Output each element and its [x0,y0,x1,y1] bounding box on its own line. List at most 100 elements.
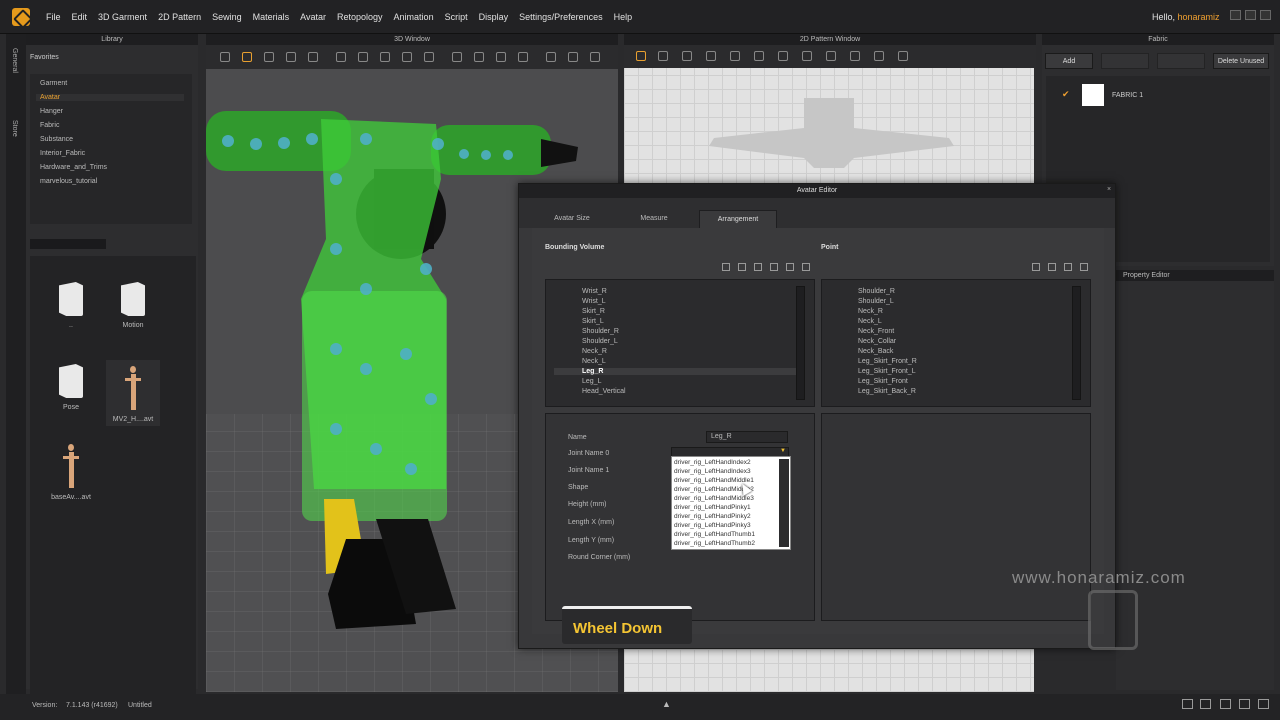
library-item-selected[interactable]: MV2_H....avt [106,360,160,426]
list-item[interactable]: Neck_L [582,358,606,365]
tool-icon[interactable] [874,51,884,61]
select-tool-icon[interactable] [220,52,230,62]
list-item[interactable]: Leg_Skirt_Front_R [858,358,917,365]
close-icon[interactable]: × [1107,186,1111,193]
tool-icon[interactable] [682,51,692,61]
layout-icon[interactable] [1258,699,1269,709]
list-item[interactable]: Neck_Back [858,348,893,355]
favorite-item[interactable]: Hanger [40,108,63,115]
list-item[interactable]: Head_Vertical [582,388,626,395]
tool-icon[interactable] [754,51,764,61]
favorite-item[interactable]: Interior_Fabric [40,150,85,157]
menu-2d-pattern[interactable]: 2D Pattern [158,12,201,22]
list-item[interactable]: Shoulder_R [858,288,895,295]
library-item[interactable]: .. [44,282,98,329]
layout-icon[interactable] [1220,699,1231,709]
menu-file[interactable]: File [46,12,61,22]
close-button[interactable] [1260,10,1271,20]
tool-icon[interactable] [496,52,506,62]
tab-arrangement[interactable]: Arrangement [699,210,777,228]
layout-icon[interactable] [1200,699,1211,709]
tab-measure[interactable]: Measure [619,210,689,228]
favorite-item[interactable]: marvelous_tutorial [40,178,97,185]
dropdown-option[interactable]: driver_rig_LeftHandPinky3 [674,522,751,529]
save-icon[interactable] [1080,263,1088,271]
dropdown-option[interactable]: driver_rig_LeftHandThumb2 [674,540,755,547]
tab-avatar-size[interactable]: Avatar Size [539,210,605,228]
list-item[interactable]: Neck_R [582,348,607,355]
copy-icon[interactable] [738,263,746,271]
list-item[interactable]: Wrist_R [582,288,607,295]
list-item[interactable]: Skirt_L [582,318,604,325]
dropdown-option[interactable]: driver_rig_LeftHandThumb1 [674,531,755,538]
favorite-item[interactable]: Hardware_and_Trims [40,164,107,171]
tool-icon[interactable] [518,52,528,62]
list-item[interactable]: Leg_L [582,378,601,385]
menu-animation[interactable]: Animation [394,12,434,22]
tool-icon[interactable] [380,52,390,62]
menu-help[interactable]: Help [614,12,633,22]
tool-icon[interactable] [474,52,484,62]
mirror-icon[interactable] [754,263,762,271]
list-item[interactable]: Neck_Collar [858,338,896,345]
tool-icon[interactable] [546,52,556,62]
menu-sewing[interactable]: Sewing [212,12,242,22]
list-item[interactable]: Leg_Skirt_Back_R [858,388,916,395]
open-folder-icon[interactable] [1064,263,1072,271]
dropdown-option[interactable]: driver_rig_LeftHandIndex2 [674,459,751,466]
list-item[interactable]: Shoulder_L [582,338,618,345]
tool-icon[interactable] [568,52,578,62]
menu-3d-garment[interactable]: 3D Garment [98,12,147,22]
tool-icon[interactable] [850,51,860,61]
menu-settings[interactable]: Settings/Preferences [519,12,603,22]
scrollbar[interactable] [796,286,805,400]
list-item[interactable]: Skirt_R [582,308,605,315]
minimize-button[interactable] [1230,10,1241,20]
list-item[interactable]: Neck_Front [858,328,894,335]
favorite-item-selected[interactable]: Avatar [36,94,184,101]
tool-icon[interactable] [264,52,274,62]
move-tool-icon[interactable] [242,52,252,62]
transform-tool-icon[interactable] [636,51,646,61]
layout-icon[interactable] [1239,699,1250,709]
dropdown-option[interactable]: driver_rig_LeftHandIndex3 [674,468,751,475]
maximize-button[interactable] [1245,10,1256,20]
dropdown-option[interactable]: driver_rig_LeftHandPinky1 [674,504,751,511]
tool-icon[interactable] [898,51,908,61]
joint-dropdown-list[interactable]: driver_rig_LeftHandIndex2 driver_rig_Lef… [671,456,791,550]
tab-general[interactable]: General [11,48,18,73]
menu-script[interactable]: Script [445,12,468,22]
dropdown-scrollbar[interactable] [779,459,789,547]
menu-display[interactable]: Display [479,12,509,22]
tool-icon[interactable] [424,52,434,62]
list-item[interactable]: Neck_L [858,318,882,325]
tool-icon[interactable] [730,51,740,61]
bounding-volume-list[interactable]: Wrist_R Wrist_L Skirt_R Skirt_L Shoulder… [545,279,815,407]
point-list[interactable]: Shoulder_R Shoulder_L Neck_R Neck_L Neck… [821,279,1091,407]
delete-unused-button[interactable]: Delete Unused [1213,53,1269,69]
list-item[interactable]: Neck_R [858,308,883,315]
favorite-item[interactable]: Garment [40,80,67,87]
scrollbar[interactable] [1072,286,1081,400]
tool-icon[interactable] [358,52,368,62]
save-icon[interactable] [802,263,810,271]
library-item[interactable]: Pose [44,364,98,411]
list-item[interactable]: Shoulder_R [582,328,619,335]
expand-up-icon[interactable]: ▲ [662,699,671,709]
library-search-input[interactable] [30,239,106,249]
menu-materials[interactable]: Materials [253,12,290,22]
fabric-name[interactable]: FABRIC 1 [1112,92,1143,99]
list-item[interactable]: Leg_Skirt_Front [858,378,908,385]
list-item[interactable]: Leg_Skirt_Front_L [858,368,916,375]
open-folder-icon[interactable] [786,263,794,271]
tool-icon[interactable] [658,51,668,61]
add-fabric-button[interactable]: Add [1045,53,1093,69]
add-icon[interactable] [722,263,730,271]
list-item[interactable]: Wrist_L [582,298,606,305]
library-item[interactable]: baseAv....avt [44,444,98,501]
add-icon[interactable] [1032,263,1040,271]
tool-icon[interactable] [826,51,836,61]
dropdown-option[interactable]: driver_rig_LeftHandPinky2 [674,513,751,520]
copy-icon[interactable] [1048,263,1056,271]
tool-icon[interactable] [286,52,296,62]
